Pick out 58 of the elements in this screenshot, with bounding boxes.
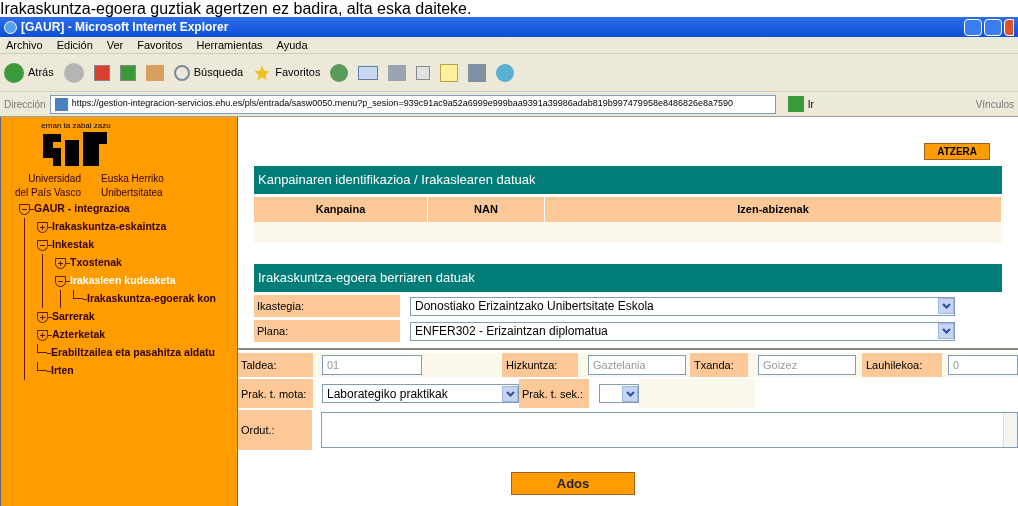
expand-icon[interactable]	[37, 221, 48, 233]
expand-icon[interactable]	[37, 329, 48, 341]
field-label: Taldea:	[238, 353, 313, 377]
university-name: del País Vasco	[15, 186, 81, 200]
tree-item[interactable]: Irten	[51, 363, 74, 379]
field-label: Txanda:	[690, 353, 748, 377]
field-label: Ikastegia:	[254, 295, 400, 317]
submit-button[interactable]: Ados	[511, 472, 635, 495]
address-field[interactable]: https://gestion-integracion-servicios.ehu.es/pls/entrada/sasw0050.menu?p_sesion=939c91ac9a52a6999e999baa9391a39986adab819b997479958e8486826e8a7590	[49, 94, 776, 114]
close-button[interactable]	[1004, 18, 1014, 36]
scrollbar[interactable]	[1003, 413, 1017, 447]
field-label: Plana:	[254, 320, 400, 342]
text-area[interactable]	[321, 412, 1018, 448]
dropdown[interactable]: Laborategiko praktikak	[322, 384, 519, 403]
go-button[interactable]: Ir	[807, 96, 814, 112]
field-label: Prak. t. sek.:	[519, 379, 589, 408]
caption-text: Irakaskuntza-egoera guztiak agertzen ez badira, alta eska daiteke.	[0, 0, 473, 17]
dropdown[interactable]	[599, 384, 639, 403]
menu-item[interactable]: Ver	[106, 36, 124, 54]
links-label[interactable]: Vínculos	[975, 96, 1014, 112]
expand-icon[interactable]	[55, 257, 66, 269]
column-header: NAN	[428, 197, 545, 222]
tree-item[interactable]: Txostenak	[70, 255, 122, 271]
field-label: Prak. t. mota:	[238, 379, 313, 408]
field-label: Ordut.:	[238, 410, 313, 450]
tree-item[interactable]: Erabiltzailea eta pasahitza aldatu	[51, 345, 215, 361]
column-header: Kanpaina	[254, 197, 428, 222]
tree-item[interactable]: Irakaskuntza-egoerak kon	[87, 291, 216, 307]
tree-item[interactable]: Azterketak	[52, 327, 106, 343]
field-label: Hizkuntza:	[502, 353, 578, 377]
favorites-button[interactable]: Favoritos	[275, 64, 321, 81]
back-button[interactable]: Atrás	[28, 64, 54, 81]
tree-item[interactable]: GAUR - integrazioa	[34, 201, 130, 217]
address-label: Dirección	[4, 97, 46, 112]
field-label: Lauhilekoa:	[862, 353, 942, 377]
tree-item[interactable]: Sarrerak	[52, 309, 95, 325]
menu-item[interactable]: Ayuda	[276, 36, 308, 54]
dropdown[interactable]: Donostiako Erizaintzako Unibertsitate Eskola	[410, 296, 955, 316]
expand-icon[interactable]	[37, 311, 48, 323]
maximize-button[interactable]	[984, 18, 1002, 36]
tree-item[interactable]: Irakaskuntza-eskaintza	[52, 219, 167, 235]
tree-item[interactable]: Inkestak	[52, 237, 95, 253]
menu-item[interactable]: Edición	[56, 36, 93, 54]
university-name: Universidad	[28, 172, 81, 186]
minimize-button[interactable]	[964, 18, 982, 36]
window-title: [GAUR] - Microsoft Internet Explorer	[21, 19, 229, 36]
menu-item[interactable]: Herramientas	[196, 36, 263, 54]
menu-item[interactable]: Favoritos	[137, 36, 183, 54]
section-header: Kanpainaren identifikazioa / Irakaslearen datuak	[254, 166, 1002, 194]
back-button[interactable]: ATZERA	[924, 143, 990, 160]
university-name: Unibertsitatea	[100, 186, 164, 200]
section-header: Irakaskuntza-egoera berriaren datuak	[254, 264, 1002, 292]
university-name: Euska Herriko	[100, 172, 164, 186]
column-header: Izen-abizenak	[545, 197, 1002, 222]
menu-item[interactable]: Archivo	[6, 36, 43, 54]
motto-text: eman ta zabal zazu	[41, 121, 111, 130]
search-button[interactable]: Búsqueda	[193, 64, 244, 81]
dropdown[interactable]: ENFER302 - Erizaintzan diplomatua	[410, 321, 955, 341]
